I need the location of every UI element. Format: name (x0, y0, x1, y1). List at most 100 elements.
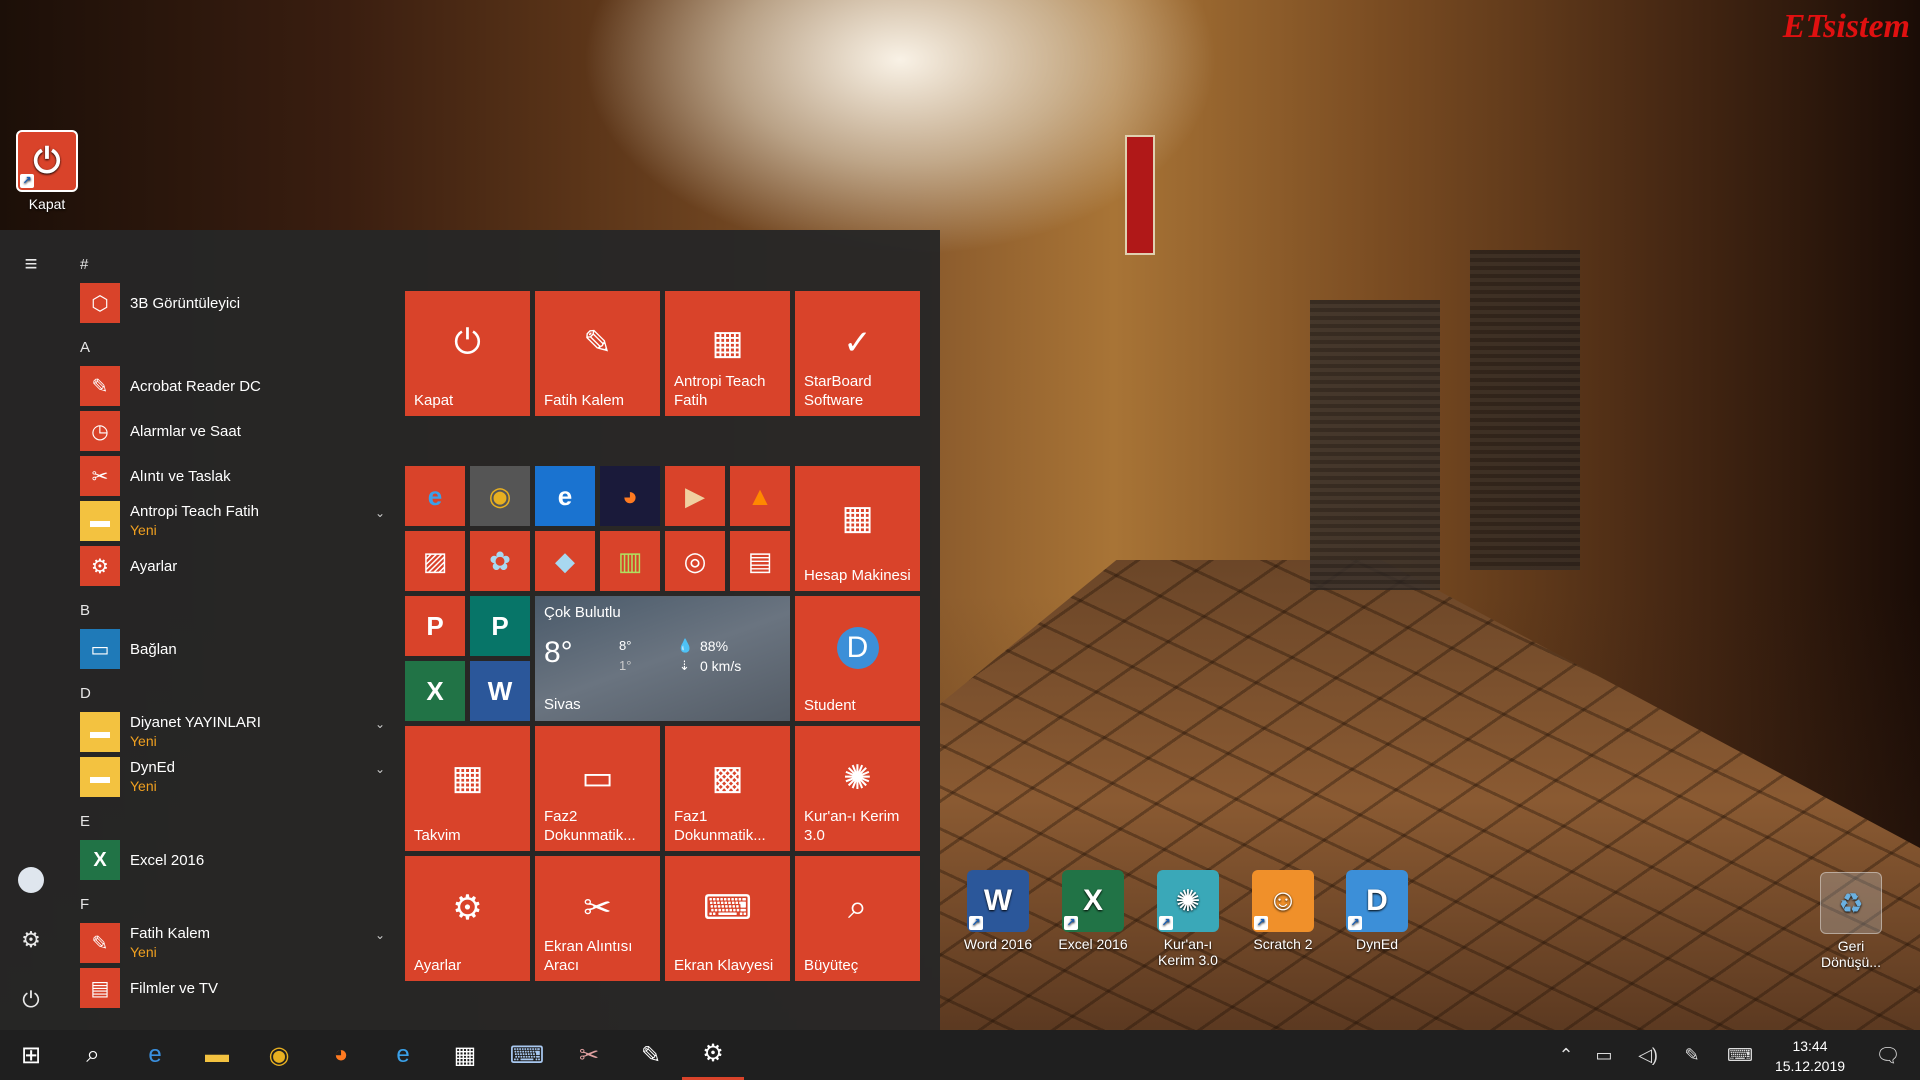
power-icon[interactable]: ⏻ (0, 976, 62, 1024)
tile-excel[interactable]: X (405, 661, 465, 721)
taskbar-chrome-icon[interactable]: ◉ (248, 1030, 310, 1080)
clock[interactable]: 13:44 15.12.2019 (1765, 1036, 1855, 1076)
tile-groove[interactable]: ◎ (665, 531, 725, 591)
desktop-icon-excel[interactable]: X ↗ Excel 2016 (1050, 870, 1136, 952)
tile-pen[interactable]: ✎ Fatih Kalem (535, 291, 660, 416)
section-letter[interactable]: D (80, 685, 91, 702)
app-list-item[interactable]: ⬡ 3B Görüntüleyici (80, 282, 385, 324)
tile-chrome[interactable]: ◉ (470, 466, 530, 526)
tile-ie[interactable]: e (405, 466, 465, 526)
tile-snipping-tool[interactable]: ✂ Ekran Alıntısı Aracı (535, 856, 660, 981)
tile-paint3d[interactable]: ◆ (535, 531, 595, 591)
app-new-badge: Yeni (130, 733, 157, 749)
desktop-icon-label: Kapat (28, 196, 66, 212)
tile-starboard[interactable]: ✓ StarBoard Software (795, 291, 920, 416)
groove-icon: ◎ (683, 545, 707, 576)
settings-icon[interactable]: ⚙ (0, 916, 62, 964)
app-new-badge: Yeni (130, 522, 157, 538)
tile-paint[interactable]: ✿ (470, 531, 530, 591)
app-list-item[interactable]: ▬ DynEd Yeni ⌄ (80, 756, 385, 798)
excel-icon: X (80, 840, 120, 880)
tile-vlc[interactable]: ▲ (730, 466, 790, 526)
tile-monitor[interactable]: ▭ Faz2 Dokunmatik... (535, 726, 660, 851)
taskbar-settings-icon[interactable]: ⚙ (682, 1030, 744, 1080)
hamburger-icon[interactable]: ≡ (0, 240, 62, 288)
app-list-item[interactable]: ▬ Antropi Teach Fatih Yeni ⌄ (80, 500, 385, 542)
taskbar-ie-icon[interactable]: e (372, 1030, 434, 1080)
magnifier-icon: ⌕ (847, 888, 868, 926)
desktop-icon-label: Word 2016 (963, 936, 1033, 952)
tile-powerpoint[interactable]: P (405, 596, 465, 656)
app-list-item[interactable]: ✎ Fatih Kalem Yeni ⌄ (80, 922, 385, 964)
desktop-icon-quran[interactable]: ✺ ↗ Kur'an-ı Kerim 3.0 (1145, 870, 1231, 968)
file-explorer-icon: ▬ (205, 1041, 229, 1068)
chevron-down-icon[interactable]: ⌄ (375, 928, 385, 942)
acrobat-icon: ✎ (80, 366, 120, 406)
app-list-item[interactable]: X Excel 2016 (80, 839, 385, 881)
tile-magnifier[interactable]: ⌕ Büyüteç (795, 856, 920, 981)
tile-calendar[interactable]: ▦ Takvim (405, 726, 530, 851)
shortcut-arrow-icon: ↗ (1254, 916, 1268, 930)
taskbar-file-explorer-icon[interactable]: ▬ (186, 1030, 248, 1080)
connect-icon: ▭ (80, 629, 120, 669)
tile-firefox[interactable]: ◕ (600, 466, 660, 526)
tile-media-player[interactable]: ▶ (665, 466, 725, 526)
tile-publisher[interactable]: P (470, 596, 530, 656)
tile-photos[interactable]: ▨ (405, 531, 465, 591)
app-list-item[interactable]: ◷ Alarmlar ve Saat (80, 410, 385, 452)
tile-edge[interactable]: e (535, 466, 595, 526)
app-list-item[interactable]: ✂ Alıntı ve Taslak (80, 455, 385, 497)
desktop-icon-dyned[interactable]: D ↗ DynEd (1334, 870, 1420, 952)
app-list-item[interactable]: ✎ Acrobat Reader DC (80, 365, 385, 407)
desktop-icon-word[interactable]: W ↗ Word 2016 (955, 870, 1041, 952)
chevron-down-icon[interactable]: ⌄ (375, 506, 385, 520)
tile-whiteboard[interactable]: ▦ Antropi Teach Fatih (665, 291, 790, 416)
taskbar-search-icon[interactable]: ⌕ (62, 1030, 124, 1080)
paint3d-icon: ◆ (555, 545, 575, 576)
tray-pen-workspace-icon[interactable]: ✎ (1672, 1030, 1712, 1080)
app-list-item[interactable]: ⚙ Ayarlar (80, 545, 385, 587)
tray-touch-keyboard-icon[interactable]: ⌨ (1720, 1030, 1760, 1080)
desktop-icon-kapat[interactable]: ⏻ ↗ Kapat (4, 130, 90, 212)
tray-volume-icon[interactable]: ◁) (1628, 1030, 1668, 1080)
app-text: 3B Görüntüleyici (130, 294, 240, 313)
folder-icon: ▬ (80, 757, 120, 797)
section-letter[interactable]: F (80, 896, 89, 913)
alarm-icon: ◷ (80, 411, 120, 451)
taskbar-windows-start-icon[interactable]: ⊞ (0, 1030, 62, 1080)
tile-gear[interactable]: ⚙ Ayarlar (405, 856, 530, 981)
taskbar-firefox-icon[interactable]: ◕ (310, 1030, 372, 1080)
tile-hesap-makinesi[interactable]: ▦ Hesap Makinesi (795, 466, 920, 591)
taskbar-snipping-tool-icon[interactable]: ✂ (558, 1030, 620, 1080)
tray-chevron-up-icon[interactable]: ⌃ (1546, 1030, 1586, 1080)
section-letter[interactable]: # (80, 256, 88, 273)
app-list-item[interactable]: ▤ Filmler ve TV (80, 967, 385, 1009)
taskbar-keyboard-icon[interactable]: ⌨ (496, 1030, 558, 1080)
desktop-icon-recycle-bin[interactable]: ♻ Geri Dönüşü... (1808, 872, 1894, 970)
tile-word[interactable]: W (470, 661, 530, 721)
app-name: 3B Görüntüleyici (130, 294, 241, 312)
tile-windows-board[interactable]: ▩ Faz1 Dokunmatik... (665, 726, 790, 851)
section-letter[interactable]: B (80, 602, 90, 619)
taskbar-pen-icon[interactable]: ✎ (620, 1030, 682, 1080)
taskbar-calculator-icon[interactable]: ▦ (434, 1030, 496, 1080)
tile-weather[interactable]: Çok Bulutlu 8° 8° 1° 💧 88% ⇣ 0 km/s Siva… (535, 596, 790, 721)
chevron-down-icon[interactable]: ⌄ (375, 762, 385, 776)
chevron-down-icon[interactable]: ⌄ (375, 717, 385, 731)
tile-movies[interactable]: ▤ (730, 531, 790, 591)
tile-power[interactable]: ⏻ Kapat (405, 291, 530, 416)
tile-quran[interactable]: ✺ Kur'an-ı Kerim 3.0 (795, 726, 920, 851)
tile-student[interactable]: D Student (795, 596, 920, 721)
app-list-item[interactable]: ▭ Bağlan (80, 628, 385, 670)
app-list-item[interactable]: ▬ Diyanet YAYINLARI Yeni ⌄ (80, 711, 385, 753)
tile-keyboard[interactable]: ⌨ Ekran Klavyesi (665, 856, 790, 981)
section-letter[interactable]: A (80, 339, 90, 356)
user-avatar[interactable] (0, 856, 62, 904)
section-letter[interactable]: E (80, 813, 90, 830)
desktop-icon-scratch[interactable]: ☺ ↗ Scratch 2 (1240, 870, 1326, 952)
notification-icon[interactable]: 🗨 (1860, 1030, 1916, 1080)
taskbar-edge-icon[interactable]: e (124, 1030, 186, 1080)
tile-chart-app[interactable]: ▥ (600, 531, 660, 591)
tray-network-icon[interactable]: ▭ (1584, 1030, 1624, 1080)
pen-icon: ✎ (583, 323, 612, 362)
